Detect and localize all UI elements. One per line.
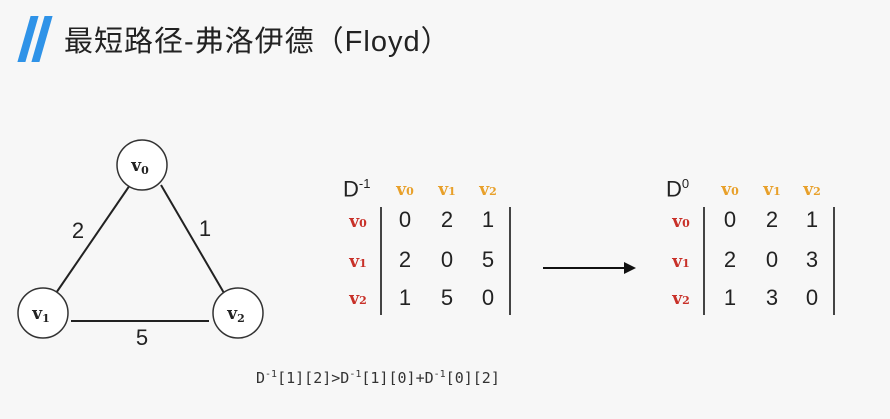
matrix-cell: 2 bbox=[440, 207, 454, 232]
matrix-cell: 0 bbox=[440, 247, 454, 272]
node-v1: v1 bbox=[17, 287, 69, 339]
matrix-cell: 1 bbox=[805, 207, 819, 232]
matrix-cell: 3 bbox=[765, 285, 779, 310]
edge-v0-v2 bbox=[160, 184, 225, 294]
matrix-cell: 2 bbox=[765, 207, 779, 232]
matrix-col-header: v0 bbox=[396, 180, 414, 200]
edge-weight-v1-v2: 5 bbox=[136, 325, 148, 350]
matrix-row-header: v1 bbox=[349, 252, 367, 272]
matrix-name: D0 bbox=[666, 176, 690, 202]
matrix-cell: 0 bbox=[481, 285, 495, 310]
transform-arrow-head bbox=[624, 262, 636, 274]
matrix-cell: 0 bbox=[398, 207, 412, 232]
matrix-row-header: v0 bbox=[672, 212, 690, 232]
matrix-cell: 0 bbox=[765, 247, 779, 272]
matrix-cell: 5 bbox=[481, 247, 495, 272]
node-v2: v2 bbox=[212, 287, 264, 339]
matrix-row-header: v1 bbox=[672, 252, 690, 272]
matrix-bracket-right bbox=[833, 207, 835, 315]
matrix-col-header: v1 bbox=[438, 180, 456, 200]
matrix-bracket-left bbox=[703, 207, 705, 315]
matrix-row-header: v2 bbox=[672, 289, 690, 309]
node-v0: v0 bbox=[116, 139, 168, 191]
matrix-name: D-1 bbox=[343, 176, 371, 202]
matrix-cell: 5 bbox=[440, 285, 454, 310]
matrix-col-header: v1 bbox=[763, 180, 781, 200]
matrix-col-header: v2 bbox=[803, 180, 821, 200]
matrix-cell: 1 bbox=[398, 285, 412, 310]
matrix-cell: 1 bbox=[723, 285, 737, 310]
edge-weight-v0-v2: 1 bbox=[199, 216, 211, 241]
matrix-col-header: v0 bbox=[721, 180, 739, 200]
matrix-cell: 1 bbox=[481, 207, 495, 232]
matrix-row-header: v0 bbox=[349, 212, 367, 232]
update-formula: D-1[1][2]>D-1[1][0]+D-1[0][2] bbox=[256, 369, 500, 387]
matrix-cell: 3 bbox=[805, 247, 819, 272]
edge-weight-v0-v1: 2 bbox=[72, 218, 84, 243]
matrix-cell: 2 bbox=[723, 247, 737, 272]
matrix-col-header: v2 bbox=[479, 180, 497, 200]
edge-v0-v1 bbox=[53, 184, 131, 297]
matrix-row-header: v2 bbox=[349, 289, 367, 309]
matrix-cell: 0 bbox=[723, 207, 737, 232]
matrix-cell: 2 bbox=[398, 247, 412, 272]
matrix-bracket-right bbox=[509, 207, 511, 315]
matrix-bracket-left bbox=[380, 207, 382, 315]
matrix-cell: 0 bbox=[805, 285, 819, 310]
